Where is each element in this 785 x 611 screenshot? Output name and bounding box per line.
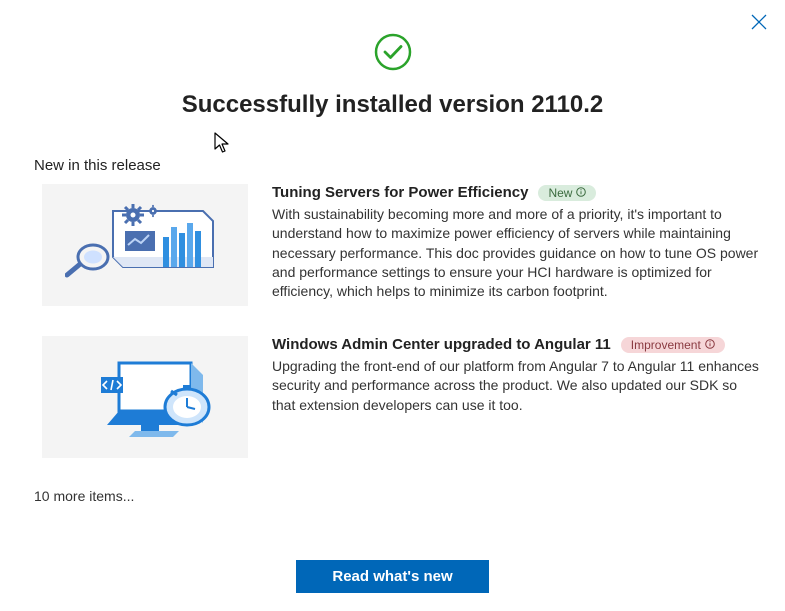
- success-check-icon: [373, 32, 413, 72]
- close-button[interactable]: [751, 14, 767, 30]
- info-icon: [576, 186, 586, 200]
- badge-improvement: Improvement: [621, 337, 725, 353]
- release-item-title: Windows Admin Center upgraded to Angular…: [272, 336, 611, 353]
- release-item: Tuning Servers for Power Efficiency New …: [42, 184, 759, 306]
- dialog-footer: Read what's new: [0, 560, 785, 593]
- release-item-title: Tuning Servers for Power Efficiency: [272, 184, 528, 201]
- release-items: Tuning Servers for Power Efficiency New …: [0, 184, 785, 458]
- dialog-title: Successfully installed version 2110.2: [0, 91, 785, 119]
- more-items-link[interactable]: 10 more items...: [34, 488, 785, 504]
- release-item: Windows Admin Center upgraded to Angular…: [42, 336, 759, 458]
- release-item-illustration: [42, 184, 248, 306]
- cursor-icon: [213, 131, 233, 155]
- badge-label: Improvement: [631, 338, 701, 352]
- release-item-description: Upgrading the front-end of our platform …: [272, 357, 759, 415]
- release-item-description: With sustainability becoming more and mo…: [272, 205, 759, 302]
- install-success-dialog: Successfully installed version 2110.2 Ne…: [0, 0, 785, 611]
- release-item-body: Windows Admin Center upgraded to Angular…: [272, 336, 759, 458]
- read-whats-new-button[interactable]: Read what's new: [296, 560, 488, 593]
- release-item-illustration: [42, 336, 248, 458]
- close-icon: [751, 14, 767, 30]
- info-icon: [705, 338, 715, 352]
- release-item-body: Tuning Servers for Power Efficiency New …: [272, 184, 759, 306]
- badge-label: New: [548, 186, 572, 200]
- section-subtitle: New in this release: [34, 157, 785, 174]
- badge-new: New: [538, 185, 596, 201]
- dialog-header: Successfully installed version 2110.2: [0, 0, 785, 119]
